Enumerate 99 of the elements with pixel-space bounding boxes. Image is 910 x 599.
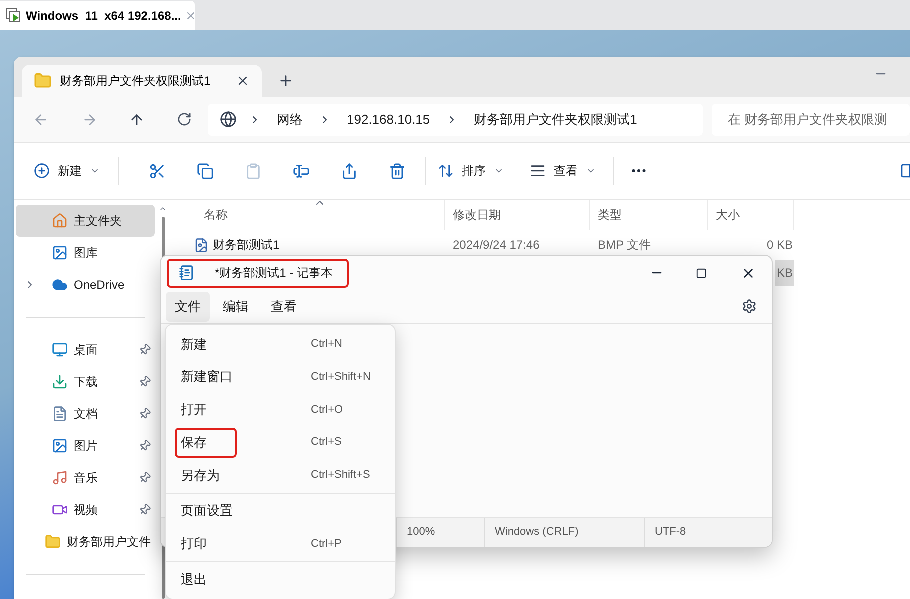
sidebar-item[interactable]: 图片	[16, 430, 155, 462]
menu-shortcut: Ctrl+Shift+N	[311, 370, 371, 385]
menu-item[interactable]: 退出	[166, 563, 395, 596]
notepad-icon	[179, 265, 195, 281]
menu-shortcut: Ctrl+N	[311, 337, 342, 352]
status-text: UTF-8	[655, 525, 686, 540]
sidebar-label: 财务部用户文件	[67, 534, 151, 551]
file-name[interactable]: 财务部测试1	[213, 236, 280, 254]
file-date: 2024/9/24 17:46	[453, 238, 540, 252]
sidebar-item[interactable]: 视频	[16, 494, 155, 526]
music-icon	[52, 470, 68, 486]
sidebar-label: 视频	[74, 502, 98, 519]
menu-item[interactable]: 打开 Ctrl+O	[166, 394, 395, 426]
sidebar-item[interactable]: 桌面	[16, 334, 155, 366]
maximize-icon[interactable]	[696, 268, 707, 278]
file-size: KB	[774, 260, 794, 286]
window-title: *财务部测试1 - 记事本	[215, 265, 334, 282]
sidebar-item[interactable]: OneDrive	[16, 269, 155, 301]
sort-icon	[438, 163, 454, 179]
file-type: BMP 文件	[598, 238, 652, 252]
sidebar-label: 主文件夹	[74, 213, 122, 230]
menu-label: 页面设置	[180, 502, 234, 520]
lines-icon	[530, 163, 546, 179]
breadcrumb-item[interactable]: 192.168.10.15	[347, 110, 430, 130]
menu-label: 打印	[180, 535, 208, 554]
document-icon	[52, 406, 68, 422]
picture-icon	[52, 245, 68, 261]
breadcrumb-item[interactable]: 财务部用户文件夹权限测试1	[474, 110, 638, 130]
menu-label: 保存	[175, 428, 237, 458]
column-header[interactable]: 修改日期	[445, 200, 590, 230]
sidebar-item[interactable]: 图库	[16, 237, 155, 269]
sidebar-label: 下载	[74, 374, 98, 391]
view-button[interactable]: 查看	[530, 155, 596, 187]
sidebar-item[interactable]: 下载	[16, 366, 155, 398]
download-icon	[52, 374, 68, 390]
menu-shortcut: Ctrl+S	[311, 435, 342, 450]
folder-icon	[45, 534, 61, 550]
picture-icon	[52, 438, 68, 454]
menu-label: 另存为	[180, 466, 221, 485]
sidebar-label: 图库	[74, 245, 98, 262]
trash-icon[interactable]	[388, 162, 406, 180]
column-header[interactable]: 类型	[590, 200, 708, 230]
new-button[interactable]: 新建	[34, 155, 100, 187]
folder-icon	[34, 72, 52, 90]
status-text: 100%	[407, 525, 436, 540]
close-icon[interactable]	[236, 74, 250, 88]
settings-icon[interactable]	[742, 299, 757, 314]
up-icon[interactable]	[129, 112, 145, 128]
column-header[interactable]: 名称	[170, 200, 445, 230]
home-icon	[52, 213, 68, 229]
address-bar[interactable]: 网络 192.168.10.15 财务部用户文件夹权限测试1	[208, 104, 703, 136]
sidebar-label: 桌面	[74, 342, 98, 359]
menu-tab[interactable]: 查看	[262, 292, 306, 322]
text-cursor-icon[interactable]	[292, 162, 310, 180]
breadcrumb-item[interactable]: 网络	[277, 110, 303, 130]
menu-item[interactable]: 保存 Ctrl+S	[166, 426, 395, 459]
menu-item[interactable]: 新建 Ctrl+N	[166, 328, 395, 361]
menu-item[interactable]: 另存为 Ctrl+Shift+S	[166, 459, 395, 492]
plus-circle-icon	[34, 163, 50, 179]
share-icon[interactable]	[340, 162, 358, 180]
menu-tab[interactable]: 文件	[166, 292, 210, 322]
tab-title: 财务部用户文件夹权限测试1	[60, 73, 212, 90]
menu-item[interactable]: 新建窗口 Ctrl+Shift+N	[166, 360, 395, 394]
menu-item[interactable]: 页面设置	[166, 494, 395, 528]
menu-label: 打开	[180, 401, 208, 420]
menu-label: 新建窗口	[180, 368, 234, 386]
menu-tab[interactable]: 编辑	[214, 292, 258, 322]
menu-shortcut: Ctrl+Shift+S	[311, 468, 370, 484]
sidebar-item[interactable]: 文档	[16, 398, 155, 430]
sidebar-label: 音乐	[74, 470, 98, 487]
menu-item[interactable]: 打印 Ctrl+P	[166, 528, 395, 560]
status-text: Windows (CRLF)	[495, 525, 579, 540]
scissors-icon[interactable]	[148, 162, 166, 180]
image-file-icon	[194, 238, 209, 252]
globe-icon	[220, 111, 237, 128]
menu-label: 新建	[180, 336, 208, 354]
explorer-tab[interactable]: 财务部用户文件夹权限测试1	[22, 65, 262, 97]
sort-button[interactable]: 排序	[438, 155, 504, 187]
search-field[interactable]: 在 财务部用户文件夹权限测	[712, 104, 910, 136]
file-size: 0 KB	[766, 237, 794, 254]
sidebar-item[interactable]: 财务部用户文件	[16, 526, 155, 558]
scroll-up-icon[interactable]	[159, 205, 167, 213]
monitor-icon	[52, 342, 68, 358]
cloud-icon	[52, 277, 68, 293]
copy-icon[interactable]	[196, 162, 214, 180]
host-tab-title: Windows_11_x64 192.168...	[26, 8, 182, 24]
new-tab-icon[interactable]	[278, 73, 294, 89]
menu-shortcut: Ctrl+P	[311, 536, 342, 552]
column-header[interactable]: 大小	[708, 200, 794, 230]
host-tab[interactable]: Windows_11_x64 192.168...	[0, 1, 195, 30]
sidebar-label: 图片	[74, 438, 98, 455]
sidebar-item[interactable]: 音乐	[16, 462, 155, 494]
menu-shortcut: Ctrl+O	[311, 402, 344, 418]
play-window-icon	[6, 8, 22, 24]
sidebar-item[interactable]: 主文件夹	[16, 205, 155, 237]
refresh-icon[interactable]	[177, 112, 192, 127]
menu-label: 退出	[180, 570, 208, 589]
sidebar-label: 文档	[74, 406, 98, 423]
sidebar-label: OneDrive	[74, 277, 125, 294]
